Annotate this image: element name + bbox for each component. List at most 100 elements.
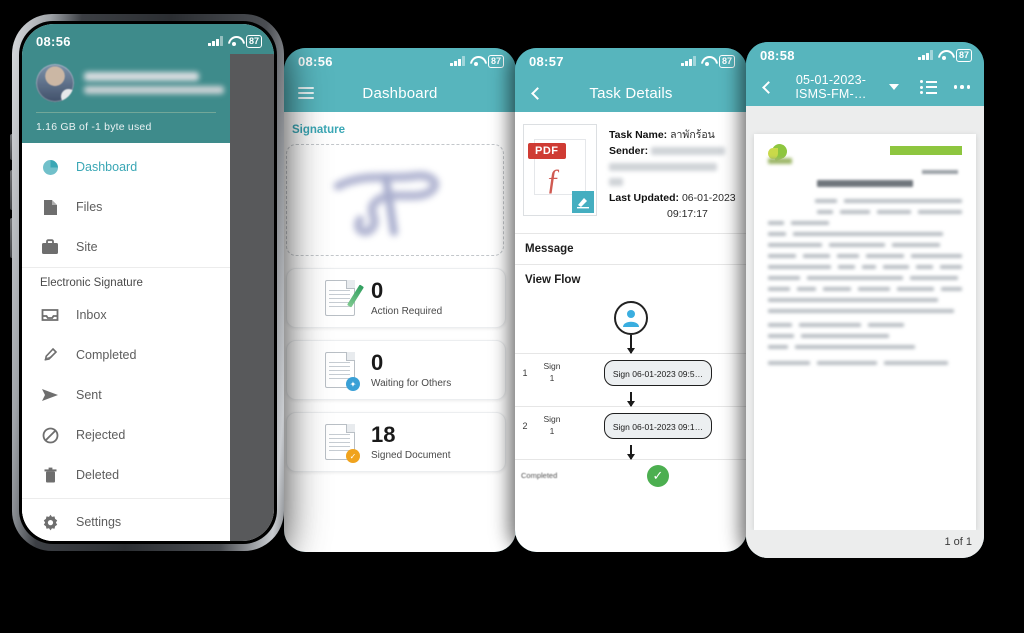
dashboard-body: Signature 0 Action Required ✦ 0 Waiting … [284,112,516,552]
battery-icon: 87 [245,34,262,48]
company-logo-icon [768,141,794,166]
flow-completed-label: Completed [521,471,558,480]
sidebar-item-label: Dashboard [76,160,138,174]
sidebar-item-label: Files [76,200,103,214]
document-pen-icon [325,280,364,316]
stat-card-waiting-for-others[interactable]: ✦ 0 Waiting for Others [286,340,506,400]
send-icon [40,385,60,405]
screenshot-stage: 08:56 87 Dashboard Signature 0 Action Re… [0,0,1024,633]
wifi-icon [938,50,951,60]
status-time: 08:56 [298,53,333,69]
divider [36,112,216,113]
sender-row: Sender: [609,144,736,191]
drawer-header: 1.16 GB of -1 byte used [22,54,230,143]
page-title: Dashboard [362,84,438,102]
sender-value-redacted [651,146,726,155]
last-updated-time: 09:17:17 [667,207,708,220]
more-horizontal-icon[interactable] [950,75,974,99]
sender-label: Sender: [609,144,649,157]
stat-text: 0 Waiting for Others [371,349,451,389]
flow-step-row: 1 Sign 1 Sign 06-01-2023 09:5… [515,352,747,392]
flow-initiator-avatar-icon [614,300,648,335]
check-circle-icon: ✓ [647,464,669,487]
document-viewer-body: 1 of 1 + [746,106,984,558]
inbox-icon [40,305,60,325]
sidebar-item-sent[interactable]: Sent [22,375,230,415]
user-identity [84,72,224,94]
flow-step-number: 2 [522,420,528,431]
device-bezel: 08:56 87 1.16 GB of -1 byte used Dashboa… [19,21,277,544]
stat-card-action-required[interactable]: 0 Action Required [286,268,506,328]
phone-screen-document-viewer: 08:58 87 05-01-2023-ISMS-FM-… 1 of 1 [746,42,984,558]
signature-section-label: Signature [292,124,346,136]
flow-step-action: Sign 1 [535,414,569,436]
view-flow-section-title: View Flow [525,273,581,286]
page-title: Task Details [589,84,673,102]
sidebar-item-inbox[interactable]: Inbox [22,295,230,335]
flow-action-label: Sign [543,361,561,372]
divider [22,498,230,499]
status-time: 08:57 [529,53,564,69]
wifi-icon [470,56,483,66]
battery-icon: 87 [718,54,735,68]
sender-email-redacted [609,162,717,171]
signature-scribble-icon [333,171,440,237]
form-header-band [890,146,962,155]
document-heading-redacted [817,180,913,187]
phone-device-drawer: 08:56 87 1.16 GB of -1 byte used Dashboa… [10,14,284,551]
stat-text: 18 Signed Document [371,423,451,461]
document-seal-icon: ✦ [325,352,360,391]
flow-arrow [630,334,632,353]
sidebar-item-site[interactable]: Site [22,227,230,267]
flow-completed-row: Completed ✓ [515,458,747,492]
stat-value: 0 [371,349,384,375]
phone-screen-dashboard: 08:56 87 Dashboard Signature 0 Action Re… [284,48,516,552]
sidebar-item-settings[interactable]: Settings [22,502,230,541]
stat-text: 0 Action Required [371,279,442,317]
trash-icon [40,465,60,485]
signal-icon [208,36,223,46]
list-outline-icon[interactable] [916,75,940,99]
signature-preview-box[interactable] [286,144,504,256]
flow-node-wrap: Sign 06-01-2023 09:5… [569,354,747,392]
sender-email-redacted-2 [609,178,623,187]
flow-step-number: 1 [522,367,528,378]
task-details-body: PDF ƒ Task Name: ลาพักร้อน Sender: Last … [515,112,747,552]
app-bar: 05-01-2023-ISMS-FM-… [746,68,984,106]
task-name-value: ลาพักร้อน [670,129,715,141]
task-name-label: Task Name: [609,129,668,141]
sidebar-item-deleted[interactable]: Deleted [22,455,230,495]
status-bar: 08:57 87 [515,48,747,74]
flow-node[interactable]: Sign 06-01-2023 09:1… [603,412,713,439]
pdf-file-icon[interactable]: PDF ƒ [523,124,597,216]
sidebar-item-completed[interactable]: Completed [22,335,230,375]
navigation-drawer: 1.16 GB of -1 byte used Dashboard Files … [22,54,230,541]
drawer-user-profile[interactable] [36,64,224,102]
wifi-icon [701,56,714,66]
sidebar-item-dashboard[interactable]: Dashboard [22,147,230,187]
flow-action-count: 1 [549,372,555,383]
sidebar-item-label: Site [76,240,98,254]
flow-node-wrap: Sign 06-01-2023 09:1… [569,407,747,445]
page-indicator: 1 of 1 [944,536,972,548]
drawer-menu-list: Dashboard Files Site Electronic Signatur… [22,143,230,541]
approval-flow-diagram: 1 Sign 1 Sign 06-01-2023 09:5… 2 Sign 1 … [515,300,747,500]
status-indicators: 87 [208,34,262,48]
sidebar-item-files[interactable]: Files [22,187,230,227]
caret-down-icon[interactable] [882,75,906,99]
task-meta: Task Name: ลาพักร้อน Sender: Last Update… [609,124,736,223]
chevron-left-icon[interactable] [756,75,780,99]
flow-node[interactable]: Sign 06-01-2023 09:5… [603,359,713,386]
document-page[interactable] [754,134,976,530]
flow-check-wrap: ✓ [569,460,747,492]
flow-step-row: 2 Sign 1 Sign 06-01-2023 09:1… [515,405,747,445]
hamburger-icon[interactable] [294,81,318,105]
stat-card-signed-document[interactable]: ✓ 18 Signed Document [286,412,506,472]
storage-usage-label: 1.16 GB of -1 byte used [36,121,152,133]
gear-icon [40,512,60,532]
status-bar: 08:58 87 [746,42,984,68]
chevron-left-icon[interactable] [525,81,549,105]
flow-arrow [630,391,632,406]
sidebar-item-rejected[interactable]: Rejected [22,415,230,455]
drawer-section-label: Electronic Signature [22,267,230,295]
